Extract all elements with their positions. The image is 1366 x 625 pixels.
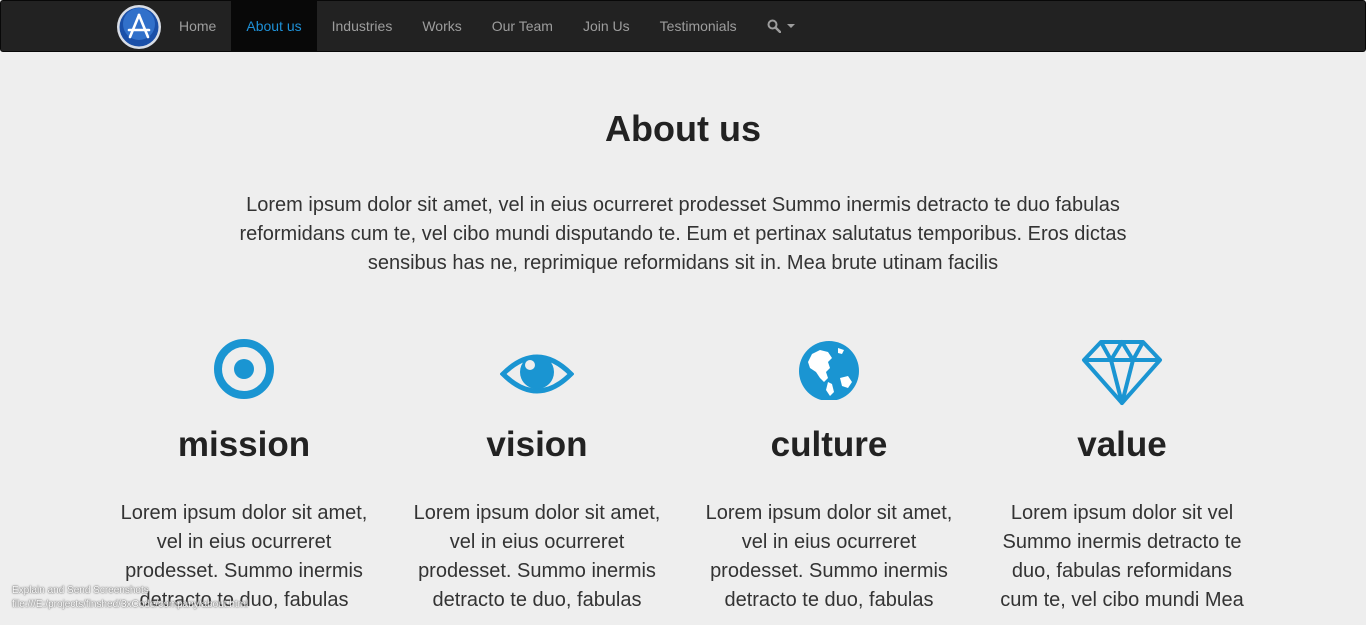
nav-our-team[interactable]: Our Team	[477, 1, 568, 51]
nav-home[interactable]: Home	[164, 1, 231, 51]
diamond-icon	[1082, 340, 1162, 405]
app-store-logo[interactable]	[116, 4, 162, 50]
nav-join-us[interactable]: Join Us	[568, 1, 645, 51]
feature-title: mission	[177, 425, 311, 464]
nav-industries[interactable]: Industries	[317, 1, 408, 51]
feature-text: Lorem ipsum dolor sit vel Summo inermis …	[1000, 502, 1244, 611]
caret-down-icon	[786, 24, 795, 28]
feature-culture: culture Lorem ipsum dolor sit amet, vel …	[694, 338, 964, 615]
screenshot-tool-overlay: Explain and Send Screenshots file:///E:/…	[12, 584, 248, 612]
feature-title: culture	[770, 425, 888, 464]
feature-title: vision	[486, 425, 588, 464]
search-dropdown-toggle[interactable]	[752, 1, 810, 51]
eye-icon	[500, 354, 574, 394]
intro-paragraph: Lorem ipsum dolor sit amet, vel in eius …	[239, 194, 1127, 274]
globe-icon	[799, 341, 859, 400]
nav-works[interactable]: Works	[407, 1, 476, 51]
main-nav: Home About us Industries Works Our Team …	[164, 1, 810, 51]
overlay-url: file:///E:/projects/finshed/3xCode/compa…	[12, 599, 249, 610]
feature-text: Lorem ipsum dolor sit amet, vel in eius …	[705, 502, 953, 611]
feature-text: Lorem ipsum dolor sit amet, vel in eius …	[413, 502, 661, 611]
target-icon	[214, 339, 274, 399]
search-icon	[767, 19, 781, 33]
nav-about-us[interactable]: About us	[231, 1, 317, 51]
feature-mission: mission Lorem ipsum dolor sit amet, vel …	[109, 338, 379, 615]
page-title: About us	[605, 108, 761, 149]
nav-testimonials[interactable]: Testimonials	[645, 1, 752, 51]
feature-title: value	[1077, 425, 1167, 464]
feature-value: value Lorem ipsum dolor sit vel Summo in…	[987, 338, 1257, 615]
feature-vision: vision Lorem ipsum dolor sit amet, vel i…	[402, 338, 672, 615]
top-navbar: Home About us Industries Works Our Team …	[0, 0, 1366, 52]
overlay-title: Explain and Send Screenshots	[12, 585, 149, 596]
